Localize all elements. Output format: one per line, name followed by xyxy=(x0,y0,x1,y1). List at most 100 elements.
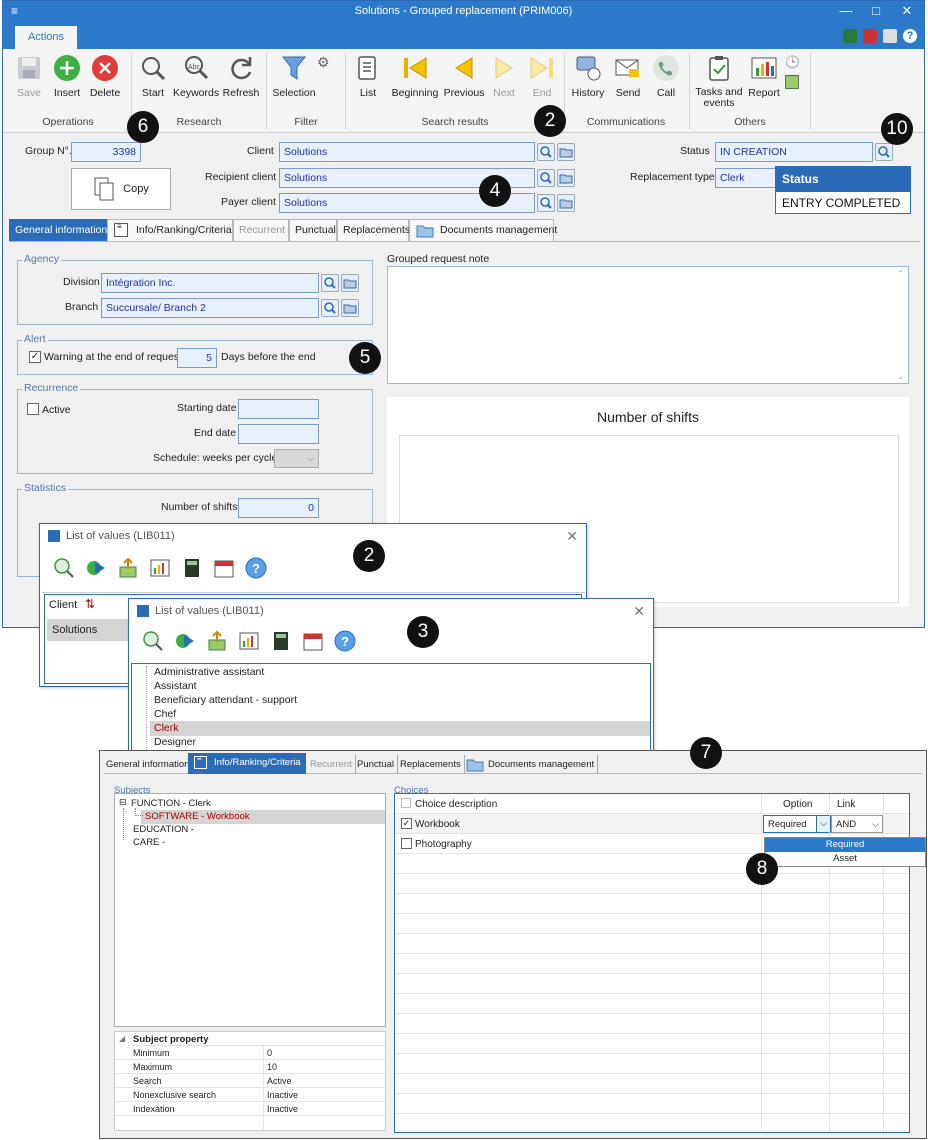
tab-recurrent[interactable]: Recurrent xyxy=(233,219,289,241)
tree-item-care[interactable]: CARE - xyxy=(133,837,165,848)
help-icon[interactable]: ? xyxy=(244,556,268,580)
copy-button[interactable]: Copy xyxy=(71,168,171,210)
dropdown-option-asset[interactable]: Asset xyxy=(765,852,925,866)
delete-button[interactable]: Delete xyxy=(87,53,123,99)
calculator-icon[interactable] xyxy=(180,556,204,580)
end-date-field[interactable] xyxy=(238,424,319,444)
tree-item-education[interactable]: EDUCATION - xyxy=(133,824,194,835)
report-icon[interactable] xyxy=(148,556,172,580)
send-button[interactable]: Send xyxy=(611,53,645,99)
dropdown-option-required[interactable]: Required xyxy=(765,838,925,852)
list-button[interactable]: List xyxy=(353,53,383,99)
lov-client-col-header[interactable]: Client xyxy=(49,599,77,611)
group-no-field[interactable]: 3398 xyxy=(71,142,141,162)
lov-type-item[interactable]: Beneficiary attendant - support xyxy=(154,694,297,706)
tab-documents-management[interactable]: Documents management xyxy=(409,219,557,241)
replacement-type-field[interactable]: Clerk xyxy=(715,168,779,188)
keywords-button[interactable]: Abc Keywords xyxy=(173,53,219,99)
export-icon[interactable] xyxy=(205,629,229,653)
tab-punctual[interactable]: Punctual xyxy=(289,219,337,241)
save-button[interactable]: Save xyxy=(9,53,49,99)
refresh-button[interactable]: Refresh xyxy=(221,53,261,99)
end-button[interactable]: End xyxy=(525,53,559,99)
calculator-icon[interactable] xyxy=(269,629,293,653)
calendar-icon[interactable] xyxy=(212,556,236,580)
recipient-search-icon[interactable] xyxy=(537,169,555,187)
lov-type-item[interactable]: Chef xyxy=(154,708,176,720)
help-icon[interactable]: ? xyxy=(903,29,917,43)
client-search-icon[interactable] xyxy=(537,143,555,161)
clock-icon[interactable]: 🕒 xyxy=(785,55,800,69)
tab-punctual[interactable]: Punctual xyxy=(354,755,398,774)
shifts-field[interactable]: 0 xyxy=(238,498,319,518)
start-button[interactable]: Start xyxy=(137,53,169,99)
photography-checkbox[interactable] xyxy=(401,838,412,849)
recipient-folder-icon[interactable] xyxy=(557,169,575,187)
note-textarea[interactable]: ⌃ ⌄ xyxy=(387,266,909,384)
lov-type-item[interactable]: Assistant xyxy=(154,680,197,692)
export-icon[interactable] xyxy=(116,556,140,580)
scroll-down-icon[interactable]: ⌄ xyxy=(897,372,904,381)
warning-checkbox[interactable]: ✓ xyxy=(29,351,41,363)
report-icon[interactable] xyxy=(237,629,261,653)
tab-recurrent[interactable]: Recurrent xyxy=(307,755,356,774)
chevron-down-icon[interactable]: ⌵ xyxy=(816,816,830,832)
calendar-icon[interactable] xyxy=(863,29,877,43)
property-value[interactable]: 0 xyxy=(267,1048,272,1058)
beginning-button[interactable]: Beginning xyxy=(389,53,441,99)
lov-type-item[interactable]: Administrative assistant xyxy=(154,666,264,678)
lov-client-row[interactable]: Solutions xyxy=(47,619,133,641)
scroll-up-icon[interactable]: ⌃ xyxy=(897,269,904,278)
tab-documents-management[interactable]: Documents management xyxy=(462,755,599,774)
gear-icon[interactable]: ⚙ xyxy=(317,54,330,71)
tree-item-software[interactable]: SOFTWARE - Workbook xyxy=(145,811,250,822)
status-option-entry-completed[interactable]: ENTRY COMPLETED xyxy=(776,192,910,214)
tab-general-information[interactable]: General information xyxy=(9,219,107,241)
collapse-icon[interactable]: ⊟ xyxy=(119,797,127,808)
client-folder-icon[interactable] xyxy=(557,143,575,161)
next-button[interactable]: Next xyxy=(489,53,519,99)
property-value[interactable]: Active xyxy=(267,1076,292,1086)
lov-type-item-selected[interactable]: Clerk xyxy=(154,722,179,734)
minimize-button[interactable]: — xyxy=(831,3,861,18)
tab-actions[interactable]: Actions xyxy=(15,26,77,49)
select-arrow-icon[interactable] xyxy=(84,556,108,580)
select-arrow-icon[interactable] xyxy=(173,629,197,653)
lov-client-close-button[interactable]: ✕ xyxy=(566,528,578,545)
status-field[interactable]: IN CREATION xyxy=(715,142,873,162)
client-field[interactable]: Solutions xyxy=(279,142,535,162)
option-select[interactable]: Required ⌵ xyxy=(763,815,831,833)
tab-info-ranking-criteria-active[interactable]: ≡ Info/Ranking/Criteria xyxy=(188,753,306,774)
active-checkbox[interactable] xyxy=(27,403,39,415)
selection-button[interactable]: Selection xyxy=(269,53,319,99)
tab-replacements[interactable]: Replacements xyxy=(397,755,465,774)
calculator-icon[interactable] xyxy=(843,29,857,43)
payer-folder-icon[interactable] xyxy=(557,194,575,212)
calendar-icon[interactable] xyxy=(301,629,325,653)
export-icon[interactable] xyxy=(785,75,799,89)
tab-info-ranking-criteria[interactable]: ≡ Info/Ranking/Criteria xyxy=(107,219,233,241)
schedule-select[interactable]: ⌵ xyxy=(274,449,319,468)
property-value[interactable]: Inactive xyxy=(267,1104,298,1114)
property-value[interactable]: 10 xyxy=(267,1062,277,1072)
insert-button[interactable]: Insert xyxy=(49,53,85,99)
branch-search-icon[interactable] xyxy=(321,299,339,317)
starting-date-field[interactable] xyxy=(238,399,319,419)
division-field[interactable]: Intégration Inc. xyxy=(101,273,319,293)
close-button[interactable]: ✕ xyxy=(892,3,922,19)
sort-icon[interactable]: ⇅ xyxy=(85,597,95,611)
branch-field[interactable]: Succursale/ Branch 2 xyxy=(101,298,319,318)
tab-replacements[interactable]: Replacements xyxy=(337,219,410,241)
branch-folder-icon[interactable] xyxy=(341,299,359,317)
link-select[interactable]: AND ⌵ xyxy=(831,815,883,833)
lov-type-close-button[interactable]: ✕ xyxy=(633,603,645,620)
lock-icon[interactable] xyxy=(883,29,897,43)
days-field[interactable]: 5 xyxy=(177,348,217,368)
tab-general-information[interactable]: General information xyxy=(104,755,191,774)
call-button[interactable]: Call xyxy=(649,53,683,99)
division-folder-icon[interactable] xyxy=(341,274,359,292)
expand-icon[interactable]: ◢ xyxy=(119,1034,125,1043)
workbook-checkbox[interactable]: ✓ xyxy=(401,818,412,829)
division-search-icon[interactable] xyxy=(321,274,339,292)
payer-search-icon[interactable] xyxy=(537,194,555,212)
